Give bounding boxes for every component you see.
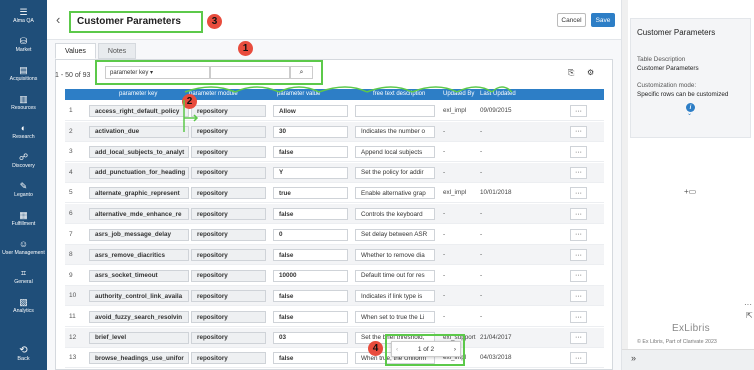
fulfillment-icon: ▦: [19, 210, 28, 220]
nav-item-hamburger[interactable]: ☰ Alma QA: [0, 4, 47, 28]
discovery-icon: ☍: [18, 152, 29, 162]
nav-item-fulfillment[interactable]: ▦ Fulfillment: [0, 207, 47, 231]
research-icon: ◐: [20, 123, 27, 133]
pager-next-button[interactable]: ›: [454, 346, 456, 353]
chevron-down-icon[interactable]: ⌄: [687, 110, 692, 117]
left-nav: ☰ Alma QA ⛁ Market ▤ Acquisitions ▥ Resources ◐ R…: [0, 0, 47, 370]
back-label: Back: [17, 356, 30, 362]
nav-item-label: General: [14, 279, 33, 285]
hamburger-icon: ☰: [19, 7, 28, 17]
copyright-text: © Ex Libris, Part of Clarivate 2023: [637, 339, 717, 345]
main-area: ‹ Customer Parameters 3 Cancel Save Valu…: [47, 0, 621, 370]
right-scrollbar[interactable]: [622, 0, 628, 370]
resources-icon: ▥: [19, 94, 28, 104]
right-footer: [622, 349, 754, 370]
nav-item-label: Analytics: [13, 308, 34, 314]
table-description-value: Customer Parameters: [637, 65, 699, 72]
pager-label: 1 of 2: [417, 345, 435, 353]
info-title: Customer Parameters: [637, 28, 716, 37]
nav-item-label: Leganto: [14, 192, 33, 198]
analytics-icon: ▧: [19, 297, 28, 307]
nav-item-general[interactable]: ⌗ General: [0, 265, 47, 289]
general-icon: ⌗: [20, 268, 27, 278]
expand-icon[interactable]: »: [631, 353, 636, 363]
back-button[interactable]: ⟲ Back: [0, 345, 47, 362]
nav-item-label: Market: [15, 47, 32, 53]
pager-prev-button[interactable]: ‹: [396, 346, 398, 353]
nav-item-label: Resources: [11, 105, 36, 111]
market-icon: ⛁: [19, 36, 28, 46]
customization-mode-label: Customization mode:: [637, 82, 697, 89]
nav-item-user[interactable]: ☺ User Management: [0, 236, 47, 260]
exlibris-logo: ExLibris: [672, 323, 710, 334]
nav-item-resources[interactable]: ▥ Resources: [0, 91, 47, 115]
annotation-arrows: [183, 86, 513, 132]
more-icon[interactable]: ···: [744, 300, 752, 309]
annotation-badge-4: 4: [368, 341, 383, 356]
nav-item-label: Discovery: [12, 163, 35, 169]
right-panel: Customer Parameters Table Description Cu…: [621, 0, 754, 370]
acquisitions-icon: ▤: [19, 65, 28, 75]
nav-item-label: Fulfillment: [11, 221, 36, 227]
nav-item-label: Acquisitions: [9, 76, 38, 82]
nav-item-analytics[interactable]: ▧ Analytics: [0, 294, 47, 318]
nav-item-leganto[interactable]: ✎ Leganto: [0, 178, 47, 202]
nav-item-discovery[interactable]: ☍ Discovery: [0, 149, 47, 173]
customization-mode-value: Specific rows can be customized: [637, 91, 729, 98]
pager: ‹ 1 of 2 ›: [391, 341, 461, 357]
add-widget-icon[interactable]: +▭: [684, 187, 696, 196]
collapse-icon[interactable]: ⇱: [746, 311, 753, 320]
nav-item-label: Research: [12, 134, 35, 140]
nav-item-label: User Management: [2, 250, 45, 256]
back-icon: ⟲: [19, 345, 28, 356]
nav-item-acquisitions[interactable]: ▤ Acquisitions: [0, 62, 47, 86]
user-icon: ☺: [18, 239, 29, 249]
nav-item-market[interactable]: ⛁ Market: [0, 33, 47, 57]
nav-item-research[interactable]: ◐ Research: [0, 120, 47, 144]
leganto-icon: ✎: [19, 181, 28, 191]
nav-item-label: Alma QA: [13, 18, 34, 24]
table-description-label: Table Description: [637, 56, 686, 63]
